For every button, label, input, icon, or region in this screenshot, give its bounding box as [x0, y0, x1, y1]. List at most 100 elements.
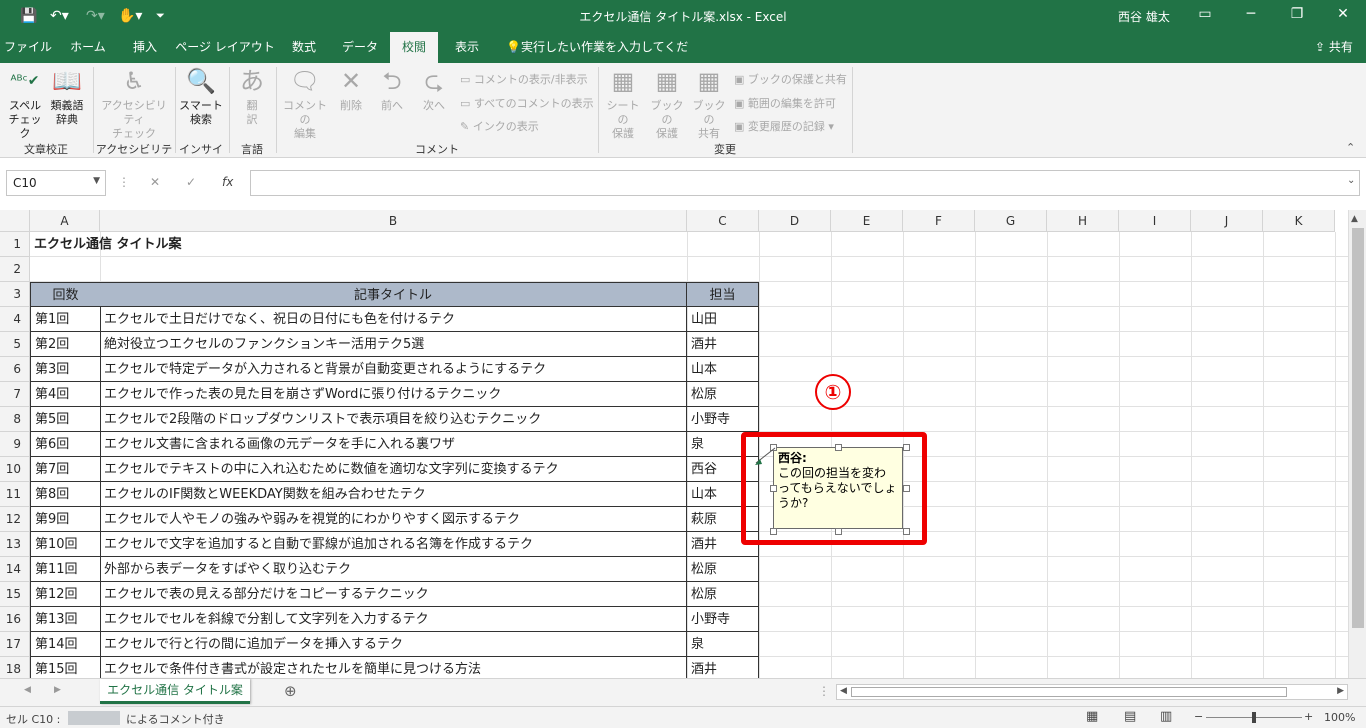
name-box[interactable]: C10 ▼ [6, 170, 106, 196]
title-cell[interactable]: エクセルでテキストの中に入れ込むために数値を適切な文字列に変換するテク [100, 457, 687, 482]
column-header-j[interactable]: J [1191, 210, 1263, 232]
vertical-scroll-thumb[interactable] [1352, 228, 1364, 628]
assignee-cell[interactable]: 小野寺 [687, 607, 759, 632]
user-name[interactable]: 西谷 雄太 [1118, 8, 1170, 25]
minimize-icon[interactable]: ─ [1236, 6, 1266, 22]
row-header[interactable]: 14 [0, 557, 30, 582]
assignee-cell[interactable]: 松原 [687, 582, 759, 607]
row-header[interactable]: 17 [0, 632, 30, 657]
restore-icon[interactable]: ❐ [1282, 6, 1312, 22]
tab-home[interactable]: ホーム [60, 32, 116, 63]
assignee-cell[interactable]: 泉 [687, 632, 759, 657]
share-workbook-button[interactable]: ▦ ブックの 共有 [688, 67, 730, 141]
share-button[interactable]: ⇪ 共有 [1306, 32, 1362, 63]
row-header[interactable]: 4 [0, 307, 30, 332]
column-header-b[interactable]: B [100, 210, 687, 232]
count-cell[interactable]: 第10回 [30, 532, 101, 557]
horizontal-scroll-thumb[interactable] [851, 687, 1287, 697]
count-cell[interactable]: 第2回 [30, 332, 101, 357]
title-cell[interactable]: エクセルで作った表の見た目を崩さずWordに張り付けるテクニック [100, 382, 687, 407]
show-all-comments-button[interactable]: ▭ すべてのコメントの表示 [460, 95, 594, 111]
row-header[interactable]: 15 [0, 582, 30, 607]
title-cell[interactable]: エクセルで特定データが入力されると背景が自動変更されるようにするテク [100, 357, 687, 382]
row-header[interactable]: 13 [0, 532, 30, 557]
header-cell-count[interactable]: 回数 [30, 282, 101, 307]
row-header[interactable]: 10 [0, 457, 30, 482]
title-cell[interactable]: エクセルで土日だけでなく、祝日の日付にも色を付けるテク [100, 307, 687, 332]
title-cell[interactable]: エクセル文書に含まれる画像の元データを手に入れる裏ワザ [100, 432, 687, 457]
tell-me-box[interactable]: 💡実行したい作業を入力してください [506, 32, 696, 85]
column-header-i[interactable]: I [1119, 210, 1191, 232]
edit-comment-button[interactable]: 🗨 コメントの 編集 [280, 67, 330, 141]
count-cell[interactable]: 第11回 [30, 557, 101, 582]
close-icon[interactable]: ✕ [1328, 6, 1358, 22]
expand-formula-icon[interactable]: ⌄ [1347, 175, 1355, 186]
sheet-tab[interactable]: エクセル通信 タイトル案 [100, 679, 250, 704]
title-cell[interactable]: エクセルで行と行の間に追加データを挿入するテク [100, 632, 687, 657]
count-cell[interactable]: 第4回 [30, 382, 101, 407]
cancel-icon[interactable]: ✕ [150, 175, 160, 189]
title-cell[interactable]: エクセルで2段階のドロップダウンリストで表示項目を絞り込むテクニック [100, 407, 687, 432]
count-cell[interactable]: 第12回 [30, 582, 101, 607]
count-cell[interactable]: 第8回 [30, 482, 101, 507]
count-cell[interactable]: 第13回 [30, 607, 101, 632]
formula-input[interactable] [250, 170, 1360, 196]
title-cell[interactable]: 外部から表データをすばやく取り込むテク [100, 557, 687, 582]
row-header[interactable]: 16 [0, 607, 30, 632]
protect-workbook-button[interactable]: ▦ ブックの 保護 [646, 67, 688, 141]
title-cell[interactable]: エクセルで条件付き書式が設定されたセルを簡単に見つける方法 [100, 657, 687, 678]
zoom-out-icon[interactable]: − [1194, 710, 1203, 723]
count-cell[interactable]: 第15回 [30, 657, 101, 678]
scroll-right-icon[interactable]: ▶ [1337, 686, 1344, 696]
count-cell[interactable]: 第1回 [30, 307, 101, 332]
previous-comment-button[interactable]: ⮌ 前へ [374, 67, 410, 113]
row-header[interactable]: 5 [0, 332, 30, 357]
delete-comment-button[interactable]: ✕ 削除 [334, 67, 368, 113]
assignee-cell[interactable]: 小野寺 [687, 407, 759, 432]
select-all-corner[interactable] [0, 210, 30, 232]
tab-file[interactable]: ファイル [0, 32, 56, 63]
title-cell[interactable]: エクセルで文字を追加すると自動で罫線が追加される名簿を作成するテク [100, 532, 687, 557]
scroll-up-icon[interactable]: ▲ [1351, 214, 1358, 224]
assignee-cell[interactable]: 松原 [687, 382, 759, 407]
title-cell[interactable]: エクセルでセルを斜線で分割して文字列を入力するテク [100, 607, 687, 632]
normal-view-icon[interactable]: ▦ [1086, 709, 1098, 724]
assignee-cell[interactable]: 酒井 [687, 657, 759, 678]
horizontal-scrollbar[interactable]: ◀ ▶ [836, 684, 1348, 700]
column-header-d[interactable]: D [759, 210, 831, 232]
row-header[interactable]: 3 [0, 282, 30, 307]
title-cell[interactable]: 絶対役立つエクセルのファンクションキー活用テク5選 [100, 332, 687, 357]
column-header-f[interactable]: F [903, 210, 975, 232]
row-header[interactable]: 12 [0, 507, 30, 532]
smart-lookup-button[interactable]: 🔍 スマート 検索 [178, 67, 224, 127]
column-header-h[interactable]: H [1047, 210, 1119, 232]
column-header-a[interactable]: A [30, 210, 100, 232]
assignee-cell[interactable]: 山田 [687, 307, 759, 332]
zoom-slider-thumb[interactable] [1252, 712, 1256, 723]
title-cell[interactable]: エクセルのIF関数とWEEKDAY関数を組み合わせたテク [100, 482, 687, 507]
allow-edit-ranges-button[interactable]: ▣ 範囲の編集を許可 [734, 95, 836, 111]
count-cell[interactable]: 第3回 [30, 357, 101, 382]
tab-review[interactable]: 校閲 [390, 32, 438, 63]
count-cell[interactable]: 第9回 [30, 507, 101, 532]
splitter-icon[interactable]: ⋮ [818, 684, 830, 698]
tab-data[interactable]: データ [334, 32, 386, 63]
row-header[interactable]: 18 [0, 657, 30, 678]
row-header[interactable]: 9 [0, 432, 30, 457]
count-cell[interactable]: 第14回 [30, 632, 101, 657]
track-changes-button[interactable]: ▣ 変更履歴の記録 ▾ [734, 118, 834, 134]
assignee-cell[interactable]: 酒井 [687, 332, 759, 357]
row-header[interactable]: 2 [0, 257, 30, 282]
row-header[interactable]: 7 [0, 382, 30, 407]
scroll-left-icon[interactable]: ◀ [840, 686, 847, 696]
tab-formulas[interactable]: 数式 [282, 32, 326, 63]
vertical-scrollbar[interactable]: ▲ [1348, 210, 1366, 678]
translate-button[interactable]: あ翻 訳 [234, 67, 270, 127]
assignee-cell[interactable]: 松原 [687, 557, 759, 582]
scroll-left-sheet-icon[interactable]: ◀ [24, 685, 31, 695]
assignee-cell[interactable]: 山本 [687, 357, 759, 382]
count-cell[interactable]: 第6回 [30, 432, 101, 457]
column-header-e[interactable]: E [831, 210, 903, 232]
tab-page-layout[interactable]: ページ レイアウト [174, 32, 276, 63]
show-hide-comment-button[interactable]: ▭ コメントの表示/非表示 [460, 71, 588, 87]
